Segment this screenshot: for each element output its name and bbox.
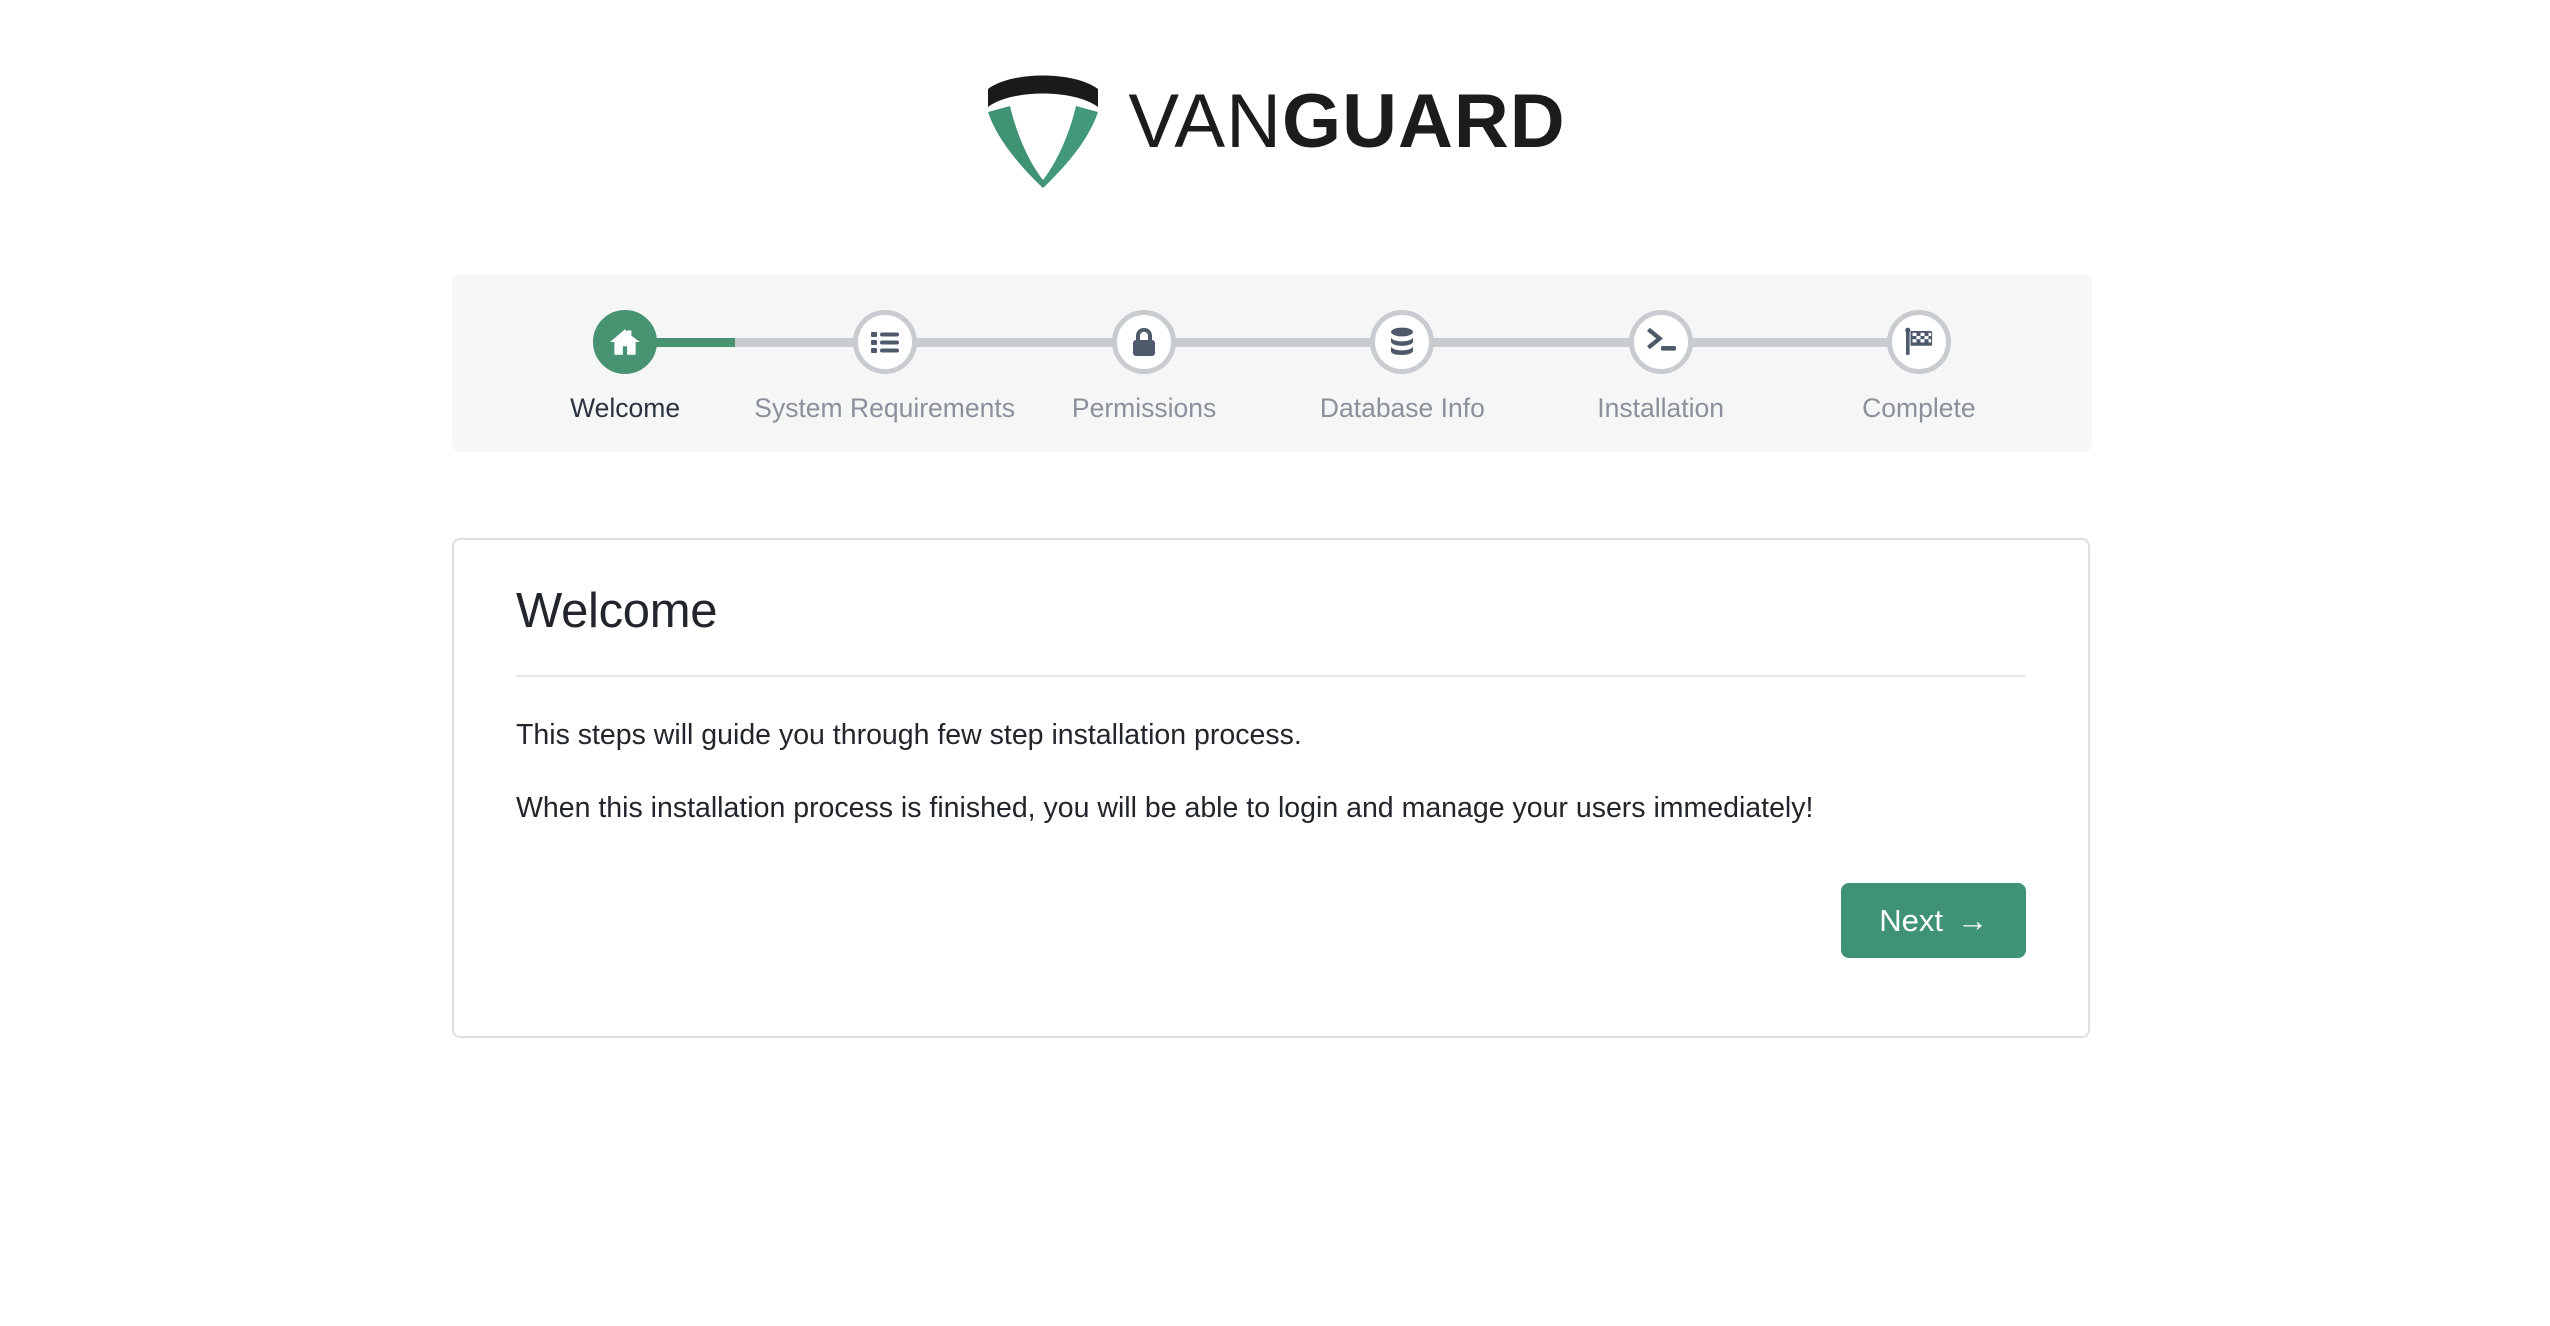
step-circle[interactable] (852, 310, 917, 374)
installer-page: VANGUARD Welcome System Requirements Permi… (0, 0, 2550, 1326)
step-database-info[interactable]: Database Info (1273, 310, 1531, 423)
card-paragraph: This steps will guide you through few st… (516, 718, 1302, 751)
list-icon (869, 326, 901, 358)
step-circle[interactable] (1370, 310, 1435, 374)
brand-logo: VANGUARD (0, 62, 2550, 188)
checkered-flag-icon (1903, 326, 1935, 358)
step-label: Permissions (1071, 393, 1217, 423)
brand-name-bold: GUARD (1281, 79, 1566, 164)
next-button[interactable]: Next → (1841, 883, 2026, 959)
step-circle[interactable] (593, 310, 658, 374)
card-paragraph: When this installation process is finish… (516, 792, 1814, 825)
step-circle[interactable] (1886, 310, 1951, 374)
step-label: Welcome (570, 393, 681, 423)
terminal-icon (1644, 327, 1678, 357)
content-card: Welcome This steps will guide you throug… (452, 538, 2090, 1038)
card-body: This steps will guide you through few st… (516, 677, 2026, 846)
step-system-requirements[interactable]: System Requirements (754, 310, 1015, 423)
next-button-label: Next (1879, 903, 1943, 939)
step-circle[interactable] (1112, 310, 1177, 374)
database-icon (1387, 326, 1417, 358)
brand-name-light: VAN (1128, 79, 1282, 164)
step-welcome[interactable]: Welcome (496, 310, 754, 423)
step-circle[interactable] (1628, 310, 1693, 374)
step-label: System Requirements (754, 393, 1015, 423)
brand-wordmark: VANGUARD (1128, 84, 1565, 166)
step-installation[interactable]: Installation (1531, 310, 1789, 423)
step-label: Complete (1862, 393, 1976, 423)
lock-icon (1129, 326, 1159, 358)
card-actions: Next → (516, 845, 2026, 959)
home-icon (608, 325, 642, 359)
installation-stepper: Welcome System Requirements Permissions Dat… (452, 274, 2092, 452)
shield-icon (984, 62, 1102, 188)
step-label: Database Info (1319, 393, 1485, 423)
step-label: Installation (1597, 393, 1724, 423)
arrow-right-icon: → (1957, 903, 1988, 939)
step-complete[interactable]: Complete (1790, 310, 2048, 423)
step-permissions[interactable]: Permissions (1015, 310, 1273, 423)
page-title: Welcome (516, 584, 718, 638)
